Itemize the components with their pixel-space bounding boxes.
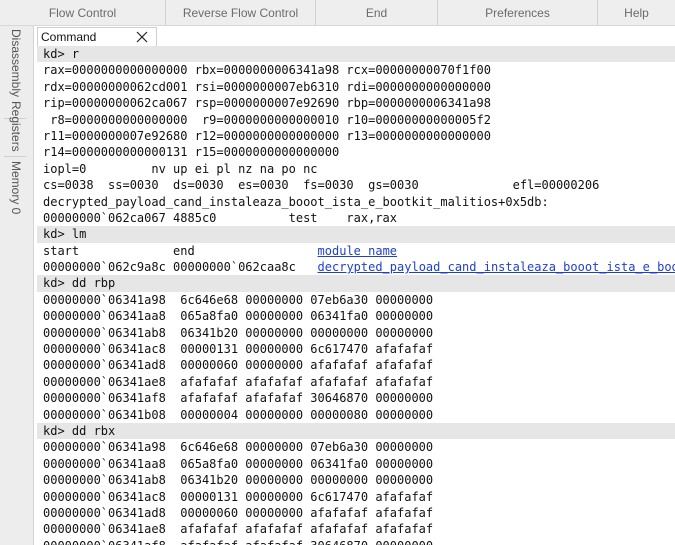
menu-bar: Flow Control Reverse Flow Control End Pr… (0, 0, 675, 26)
module-link[interactable]: decrypted_payload_cand_instaleaza_booot_… (318, 260, 675, 274)
line-text: 00000000`062c9a8c 00000000`062caa8c (43, 260, 318, 275)
output-line: start end module name (37, 243, 675, 259)
output-line: 00000000`06341aa8 065a8fa0 00000000 0634… (37, 308, 675, 324)
prompt-line: kd> dd rbp (37, 275, 675, 292)
output-line: 00000000`06341ad8 00000060 00000000 afaf… (37, 505, 675, 521)
line-text: r8=0000000000000000 r9=0000000000000010 … (43, 112, 491, 127)
line-text: 00000000`06341b08 00000004 00000000 0000… (43, 407, 434, 422)
output-line: 00000000`06341ac8 00000131 00000000 6c61… (37, 341, 675, 357)
tab-command-label: Command (41, 30, 97, 44)
line-text: cs=0038 ss=0030 ds=0030 es=0030 fs=0030 … (43, 178, 600, 193)
output-line: rdx=00000000062cd001 rsi=0000000007eb631… (37, 79, 675, 95)
line-text: 00000000`06341ae8 afafafaf afafafaf afaf… (43, 374, 434, 389)
close-icon[interactable] (135, 30, 149, 44)
line-text: 00000000`06341a98 6c646e68 00000000 07eb… (43, 440, 434, 455)
line-text: r11=0000000007e92680 r12=000000000000000… (43, 128, 491, 143)
line-text: 00000000`06341ac8 00000131 00000000 6c61… (43, 342, 434, 357)
output-line: 00000000`06341ab8 06341b20 00000000 0000… (37, 325, 675, 341)
line-text: 00000000`06341ab8 06341b20 00000000 0000… (43, 473, 434, 488)
line-text: kd> r (43, 47, 80, 61)
document-tab-bar: Command (37, 27, 675, 46)
module-link[interactable]: module name (318, 244, 397, 258)
line-text: rip=00000000062ca067 rsp=0000000007e9269… (43, 96, 491, 111)
output-line: 00000000`06341a98 6c646e68 00000000 07eb… (37, 292, 675, 308)
prompt-line: kd> dd rbx (37, 422, 675, 440)
tab-command[interactable]: Command (37, 27, 157, 46)
line-text: kd> dd rbp (43, 276, 116, 291)
line-text: 00000000`062ca067 4885c0 test rax,rax (43, 210, 398, 225)
output-line: 00000000`06341ae8 afafafaf afafafaf afaf… (37, 521, 675, 537)
line-text: kd> lm (43, 227, 87, 242)
output-line: r14=0000000000000131 r15=000000000000000… (37, 144, 675, 160)
menu-reverse-flow-control[interactable]: Reverse Flow Control (166, 0, 316, 26)
menu-end[interactable]: End (316, 0, 438, 26)
side-tab-strip: Disassembly Registers Memory 0 (0, 26, 34, 545)
output-line: 00000000`06341b08 00000004 00000000 0000… (37, 407, 675, 423)
prompt-line: kd> r (37, 46, 675, 63)
line-text: iopl=0 nv up ei pl nz na po nc (43, 161, 318, 176)
line-text: 00000000`06341ae8 afafafaf afafafaf afaf… (43, 522, 434, 537)
output-line: 00000000`06341ac8 00000131 00000000 6c61… (37, 489, 675, 505)
output-line: decrypted_payload_cand_instaleaza_booot_… (37, 194, 675, 210)
output-line: 00000000`06341ad8 00000060 00000000 afaf… (37, 357, 675, 373)
output-line: rip=00000000062ca067 rsp=0000000007e9269… (37, 95, 675, 111)
line-text: 00000000`06341ad8 00000060 00000000 afaf… (43, 505, 434, 520)
output-line: 00000000`062c9a8c 00000000`062caa8c decr… (37, 259, 675, 275)
line-text: 00000000`06341af8 afafafaf afafafaf 3064… (43, 539, 433, 545)
menu-preferences[interactable]: Preferences (438, 0, 598, 26)
line-text: rdx=00000000062cd001 rsi=0000000007eb631… (43, 79, 491, 94)
output-line: 00000000`06341ae8 afafafaf afafafaf afaf… (37, 374, 675, 390)
output-line: 00000000`062ca067 4885c0 test rax,rax (37, 210, 675, 226)
line-text: rax=0000000000000000 rbx=0000000006341a9… (43, 63, 491, 78)
command-output[interactable]: kd> r rax=0000000000000000 rbx=0000000006… (37, 46, 675, 545)
line-text: r14=0000000000000131 r15=000000000000000… (43, 145, 340, 160)
output-line: r11=0000000007e92680 r12=000000000000000… (37, 128, 675, 144)
line-text: 00000000`06341ac8 00000131 00000000 6c61… (43, 489, 434, 504)
line-text: 00000000`06341ab8 06341b20 00000000 0000… (43, 325, 434, 340)
output-line: iopl=0 nv up ei pl nz na po nc (37, 161, 675, 177)
line-text: start end (43, 243, 318, 258)
output-line: 00000000`06341aa8 065a8fa0 00000000 0634… (37, 456, 675, 472)
output-line: r8=0000000000000000 r9=0000000000000010 … (37, 112, 675, 128)
output-line: rax=0000000000000000 rbx=0000000006341a9… (37, 62, 675, 78)
tab-memory-0[interactable]: Memory 0 (9, 161, 23, 214)
output-line: cs=0038 ss=0030 ds=0030 es=0030 fs=0030 … (37, 177, 675, 193)
prompt-line: kd> lm (37, 226, 675, 243)
line-text: decrypted_payload_cand_instaleaza_booot_… (43, 194, 549, 209)
line-text: 00000000`06341a98 6c646e68 00000000 07eb… (43, 292, 434, 307)
line-text: 00000000`06341af8 afafafaf afafafaf 3064… (43, 391, 434, 406)
menu-flow-control[interactable]: Flow Control (0, 0, 166, 26)
line-text: 00000000`06341aa8 065a8fa0 00000000 0634… (43, 309, 434, 324)
output-line: 00000000`06341ab8 06341b20 00000000 0000… (37, 472, 675, 488)
menu-help[interactable]: Help (598, 0, 675, 26)
output-line: 00000000`06341af8 afafafaf afafafaf 3064… (37, 390, 675, 406)
line-text: kd> dd rbx (43, 423, 116, 438)
line-text: 00000000`06341ad8 00000060 00000000 afaf… (43, 358, 434, 373)
tab-registers[interactable]: Registers (9, 101, 23, 152)
output-line: 00000000`06341af8 afafafaf afafafaf 3064… (37, 538, 675, 545)
tab-disassembly[interactable]: Disassembly (9, 29, 23, 97)
tab-divider (4, 156, 26, 157)
output-line: 00000000`06341a98 6c646e68 00000000 07eb… (37, 439, 675, 455)
line-text: 00000000`06341aa8 065a8fa0 00000000 0634… (43, 456, 434, 471)
